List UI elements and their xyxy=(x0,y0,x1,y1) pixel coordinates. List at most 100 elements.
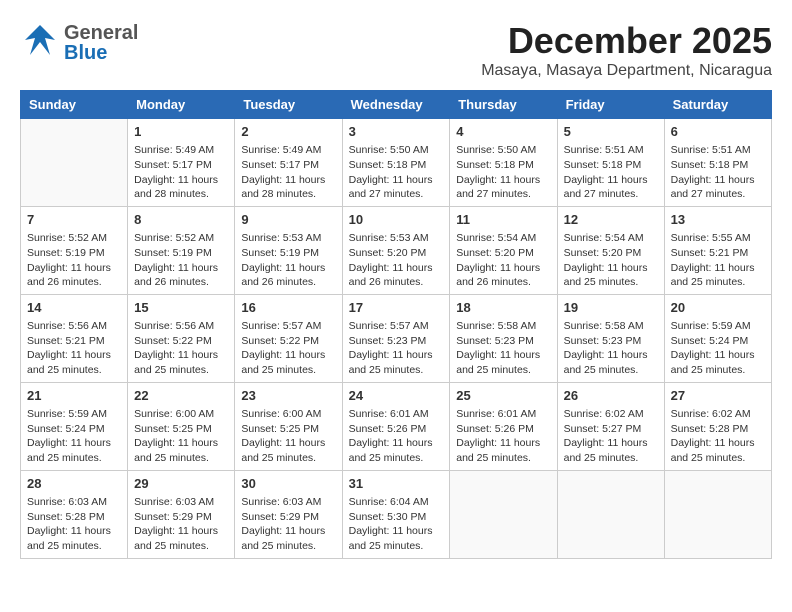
day-info: Sunrise: 5:55 AM Sunset: 5:21 PM Dayligh… xyxy=(671,231,765,290)
month-title: December 2025 xyxy=(481,20,772,62)
day-number: 8 xyxy=(134,211,228,229)
calendar-day-cell: 27 Sunrise: 6:02 AM Sunset: 5:28 PM Dayli… xyxy=(664,382,771,470)
calendar-header-row: SundayMondayTuesdayWednesdayThursdayFrid… xyxy=(21,91,772,119)
day-number: 3 xyxy=(349,123,444,141)
day-number: 2 xyxy=(241,123,335,141)
day-info: Sunrise: 5:56 AM Sunset: 5:21 PM Dayligh… xyxy=(27,319,121,378)
day-info: Sunrise: 5:59 AM Sunset: 5:24 PM Dayligh… xyxy=(27,407,121,466)
day-number: 15 xyxy=(134,299,228,317)
day-number: 18 xyxy=(456,299,550,317)
day-info: Sunrise: 6:03 AM Sunset: 5:29 PM Dayligh… xyxy=(241,495,335,554)
calendar-day-cell: 5 Sunrise: 5:51 AM Sunset: 5:18 PM Daylig… xyxy=(557,119,664,207)
day-number: 23 xyxy=(241,387,335,405)
day-number: 20 xyxy=(671,299,765,317)
calendar-week-row: 1Sunrise: 5:49 AM Sunset: 5:17 PM Daylig… xyxy=(21,119,772,207)
day-info: Sunrise: 5:50 AM Sunset: 5:18 PM Dayligh… xyxy=(456,143,550,202)
calendar-day-cell xyxy=(21,119,128,207)
day-of-week-header: Sunday xyxy=(21,91,128,119)
day-number: 21 xyxy=(27,387,121,405)
day-info: Sunrise: 5:50 AM Sunset: 5:18 PM Dayligh… xyxy=(349,143,444,202)
day-info: Sunrise: 5:51 AM Sunset: 5:18 PM Dayligh… xyxy=(671,143,765,202)
day-number: 9 xyxy=(241,211,335,229)
calendar-day-cell: 24 Sunrise: 6:01 AM Sunset: 5:26 PM Dayli… xyxy=(342,382,450,470)
day-info: Sunrise: 5:58 AM Sunset: 5:23 PM Dayligh… xyxy=(564,319,658,378)
logo-general-text: General xyxy=(64,23,138,43)
calendar-week-row: 7 Sunrise: 5:52 AM Sunset: 5:19 PM Daylig… xyxy=(21,206,772,294)
day-number: 30 xyxy=(241,475,335,493)
calendar-day-cell: 9 Sunrise: 5:53 AM Sunset: 5:19 PM Daylig… xyxy=(235,206,342,294)
day-number: 28 xyxy=(27,475,121,493)
day-info: Sunrise: 5:59 AM Sunset: 5:24 PM Dayligh… xyxy=(671,319,765,378)
logo-text: General Blue xyxy=(64,23,138,63)
day-of-week-header: Tuesday xyxy=(235,91,342,119)
day-of-week-header: Monday xyxy=(128,91,235,119)
day-info: Sunrise: 6:01 AM Sunset: 5:26 PM Dayligh… xyxy=(456,407,550,466)
calendar-day-cell: 30 Sunrise: 6:03 AM Sunset: 5:29 PM Dayli… xyxy=(235,470,342,558)
calendar-week-row: 28 Sunrise: 6:03 AM Sunset: 5:28 PM Dayli… xyxy=(21,470,772,558)
calendar-day-cell: 8 Sunrise: 5:52 AM Sunset: 5:19 PM Daylig… xyxy=(128,206,235,294)
day-of-week-header: Thursday xyxy=(450,91,557,119)
day-info: Sunrise: 5:57 AM Sunset: 5:22 PM Dayligh… xyxy=(241,319,335,378)
calendar-day-cell: 20 Sunrise: 5:59 AM Sunset: 5:24 PM Dayli… xyxy=(664,294,771,382)
day-info: Sunrise: 5:57 AM Sunset: 5:23 PM Dayligh… xyxy=(349,319,444,378)
calendar-day-cell: 12Sunrise: 5:54 AM Sunset: 5:20 PM Dayli… xyxy=(557,206,664,294)
calendar-day-cell: 18 Sunrise: 5:58 AM Sunset: 5:23 PM Dayli… xyxy=(450,294,557,382)
logo: General Blue xyxy=(20,20,138,65)
day-info: Sunrise: 6:02 AM Sunset: 5:27 PM Dayligh… xyxy=(564,407,658,466)
day-info: Sunrise: 5:56 AM Sunset: 5:22 PM Dayligh… xyxy=(134,319,228,378)
calendar-day-cell: 13 Sunrise: 5:55 AM Sunset: 5:21 PM Dayli… xyxy=(664,206,771,294)
day-info: Sunrise: 6:00 AM Sunset: 5:25 PM Dayligh… xyxy=(134,407,228,466)
calendar-day-cell: 23 Sunrise: 6:00 AM Sunset: 5:25 PM Dayli… xyxy=(235,382,342,470)
calendar-day-cell: 11Sunrise: 5:54 AM Sunset: 5:20 PM Dayli… xyxy=(450,206,557,294)
day-number: 24 xyxy=(349,387,444,405)
day-number: 29 xyxy=(134,475,228,493)
calendar-week-row: 14Sunrise: 5:56 AM Sunset: 5:21 PM Dayli… xyxy=(21,294,772,382)
day-info: Sunrise: 6:02 AM Sunset: 5:28 PM Dayligh… xyxy=(671,407,765,466)
calendar-day-cell: 4 Sunrise: 5:50 AM Sunset: 5:18 PM Daylig… xyxy=(450,119,557,207)
calendar-day-cell: 31Sunrise: 6:04 AM Sunset: 5:30 PM Dayli… xyxy=(342,470,450,558)
calendar-day-cell: 10Sunrise: 5:53 AM Sunset: 5:20 PM Dayli… xyxy=(342,206,450,294)
calendar-day-cell: 2Sunrise: 5:49 AM Sunset: 5:17 PM Daylig… xyxy=(235,119,342,207)
day-number: 26 xyxy=(564,387,658,405)
day-number: 4 xyxy=(456,123,550,141)
day-number: 5 xyxy=(564,123,658,141)
day-number: 16 xyxy=(241,299,335,317)
day-number: 27 xyxy=(671,387,765,405)
day-info: Sunrise: 5:52 AM Sunset: 5:19 PM Dayligh… xyxy=(134,231,228,290)
calendar-day-cell: 21 Sunrise: 5:59 AM Sunset: 5:24 PM Dayli… xyxy=(21,382,128,470)
day-of-week-header: Wednesday xyxy=(342,91,450,119)
calendar-day-cell xyxy=(664,470,771,558)
calendar-day-cell: 28 Sunrise: 6:03 AM Sunset: 5:28 PM Dayli… xyxy=(21,470,128,558)
day-info: Sunrise: 5:52 AM Sunset: 5:19 PM Dayligh… xyxy=(27,231,121,290)
calendar-day-cell: 1Sunrise: 5:49 AM Sunset: 5:17 PM Daylig… xyxy=(128,119,235,207)
day-info: Sunrise: 5:58 AM Sunset: 5:23 PM Dayligh… xyxy=(456,319,550,378)
day-of-week-header: Friday xyxy=(557,91,664,119)
day-info: Sunrise: 5:49 AM Sunset: 5:17 PM Dayligh… xyxy=(134,143,228,202)
calendar-day-cell: 29Sunrise: 6:03 AM Sunset: 5:29 PM Dayli… xyxy=(128,470,235,558)
day-info: Sunrise: 6:04 AM Sunset: 5:30 PM Dayligh… xyxy=(349,495,444,554)
calendar-day-cell xyxy=(557,470,664,558)
day-of-week-header: Saturday xyxy=(664,91,771,119)
day-info: Sunrise: 6:03 AM Sunset: 5:28 PM Dayligh… xyxy=(27,495,121,554)
page-header: General Blue December 2025 Masaya, Masay… xyxy=(20,20,772,80)
day-number: 13 xyxy=(671,211,765,229)
calendar-day-cell: 6Sunrise: 5:51 AM Sunset: 5:18 PM Daylig… xyxy=(664,119,771,207)
calendar-week-row: 21 Sunrise: 5:59 AM Sunset: 5:24 PM Dayli… xyxy=(21,382,772,470)
logo-bird-icon xyxy=(20,20,60,65)
calendar-day-cell: 14Sunrise: 5:56 AM Sunset: 5:21 PM Dayli… xyxy=(21,294,128,382)
calendar-day-cell: 7 Sunrise: 5:52 AM Sunset: 5:19 PM Daylig… xyxy=(21,206,128,294)
day-info: Sunrise: 5:53 AM Sunset: 5:19 PM Dayligh… xyxy=(241,231,335,290)
title-block: December 2025 Masaya, Masaya Department,… xyxy=(481,20,772,80)
day-number: 12 xyxy=(564,211,658,229)
logo-blue-text: Blue xyxy=(64,43,138,63)
day-info: Sunrise: 5:51 AM Sunset: 5:18 PM Dayligh… xyxy=(564,143,658,202)
day-number: 22 xyxy=(134,387,228,405)
calendar-day-cell: 26 Sunrise: 6:02 AM Sunset: 5:27 PM Dayli… xyxy=(557,382,664,470)
day-info: Sunrise: 6:00 AM Sunset: 5:25 PM Dayligh… xyxy=(241,407,335,466)
calendar-day-cell: 22 Sunrise: 6:00 AM Sunset: 5:25 PM Dayli… xyxy=(128,382,235,470)
calendar-day-cell: 16 Sunrise: 5:57 AM Sunset: 5:22 PM Dayli… xyxy=(235,294,342,382)
day-number: 7 xyxy=(27,211,121,229)
calendar-day-cell: 17Sunrise: 5:57 AM Sunset: 5:23 PM Dayli… xyxy=(342,294,450,382)
day-info: Sunrise: 6:01 AM Sunset: 5:26 PM Dayligh… xyxy=(349,407,444,466)
calendar-table: SundayMondayTuesdayWednesdayThursdayFrid… xyxy=(20,90,772,559)
